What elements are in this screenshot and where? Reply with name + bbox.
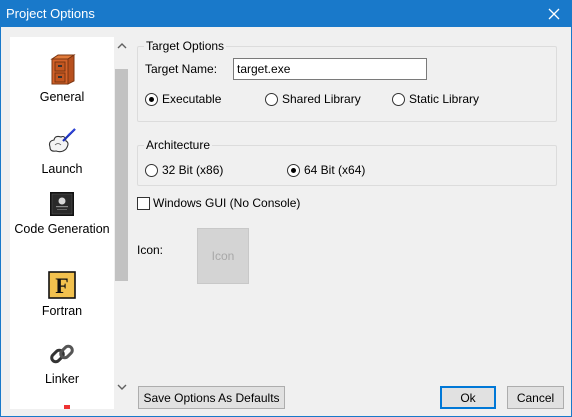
sidebar-item-label: Code Generation — [14, 222, 110, 236]
radio-64-bit[interactable]: 64 Bit (x64) — [287, 163, 365, 177]
scroll-up-button[interactable] — [115, 39, 128, 52]
radio-executable[interactable]: Executable — [145, 92, 221, 106]
close-icon — [548, 8, 560, 20]
chip-icon — [50, 192, 74, 216]
sidebar-item-label: Launch — [41, 162, 83, 176]
icon-placeholder-text: Icon — [211, 249, 235, 263]
icon-label: Icon: — [137, 243, 164, 257]
ok-button[interactable]: Ok — [440, 386, 496, 409]
button-label: Ok — [460, 390, 476, 405]
radio-32-bit[interactable]: 32 Bit (x86) — [145, 163, 223, 177]
radio-indicator — [145, 92, 158, 106]
radio-label: 64 Bit (x64) — [304, 163, 366, 177]
radio-label: Executable — [162, 92, 222, 106]
close-button[interactable] — [537, 1, 571, 27]
title-bar: Project Options — [1, 1, 571, 27]
svg-text:F: F — [55, 273, 68, 298]
sidebar-item-launch[interactable]: Launch — [10, 127, 114, 177]
sidebar-item-general[interactable]: General — [10, 53, 114, 105]
chevron-up-icon — [117, 42, 126, 48]
radio-static-library[interactable]: Static Library — [392, 92, 479, 106]
window-title: Project Options — [6, 6, 95, 21]
options-sidebar: General Launch Code Generation F Fortran… — [10, 37, 114, 409]
next-item-icon-fragment — [64, 405, 70, 409]
checkbox-label: Windows GUI (No Console) — [153, 196, 301, 210]
project-options-dialog: Project Options General Launch Code Gene… — [0, 0, 572, 417]
launch-icon — [48, 128, 76, 153]
target-options-legend: Target Options — [144, 39, 227, 53]
radio-label: Shared Library — [282, 92, 361, 106]
radio-indicator — [145, 163, 158, 177]
sidebar-item-label: Fortran — [41, 304, 83, 318]
target-name-label: Target Name: — [145, 62, 218, 76]
button-label: Save Options As Defaults — [143, 390, 280, 405]
sidebar-item-linker[interactable]: Linker — [10, 341, 114, 387]
sidebar-scrollbar[interactable] — [114, 37, 129, 409]
architecture-legend: Architecture — [144, 138, 213, 152]
sidebar-item-label: General — [39, 90, 85, 104]
windows-gui-checkbox[interactable]: Windows GUI (No Console) — [137, 196, 300, 210]
sidebar-item-code-generation[interactable]: Code Generation — [10, 191, 114, 237]
chain-link-icon — [50, 344, 74, 364]
radio-indicator — [287, 163, 300, 177]
radio-shared-library[interactable]: Shared Library — [265, 92, 361, 106]
save-options-as-defaults-button[interactable]: Save Options As Defaults — [138, 386, 285, 409]
chevron-down-icon — [117, 384, 126, 390]
cancel-button[interactable]: Cancel — [507, 386, 564, 409]
target-name-input[interactable] — [233, 58, 427, 80]
radio-indicator — [265, 92, 278, 106]
sidebar-item-label: Linker — [44, 372, 80, 386]
radio-indicator — [392, 92, 405, 106]
cabinet-icon — [50, 54, 76, 85]
icon-picker[interactable]: Icon — [197, 228, 249, 284]
button-label: Cancel — [516, 390, 555, 405]
scroll-down-button[interactable] — [115, 380, 128, 393]
radio-label: Static Library — [409, 92, 480, 106]
checkbox-indicator — [137, 196, 150, 210]
fortran-icon: F — [48, 271, 76, 299]
radio-label: 32 Bit (x86) — [162, 163, 224, 177]
sidebar-item-fortran[interactable]: F Fortran — [10, 271, 114, 319]
scroll-thumb[interactable] — [115, 69, 128, 281]
